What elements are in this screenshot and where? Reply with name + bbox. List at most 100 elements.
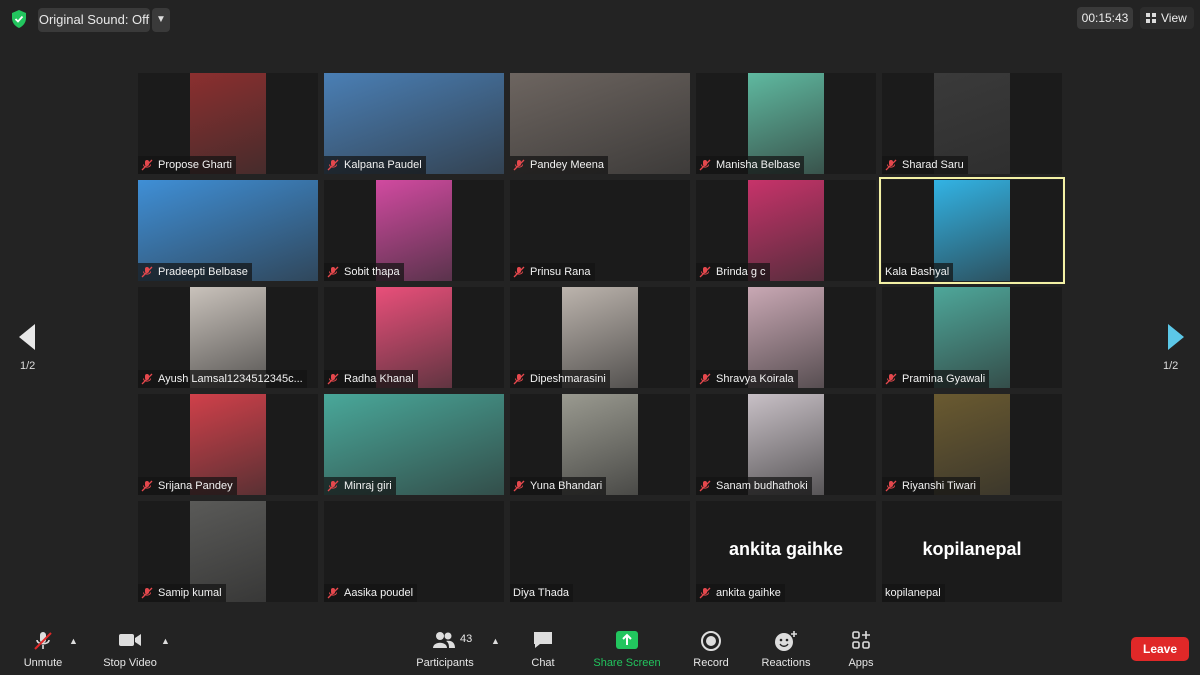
participant-tile[interactable]: Brinda g c: [696, 180, 876, 281]
participant-tile[interactable]: Aasika poudel: [324, 501, 504, 602]
view-button[interactable]: View: [1140, 7, 1194, 29]
mic-muted-icon: [141, 480, 153, 492]
page-indicator-right: 1/2: [1163, 360, 1179, 372]
reactions-button[interactable]: Reactions: [756, 622, 816, 675]
participants-options-chevron-icon[interactable]: ▲: [491, 636, 500, 646]
participant-name-bar: Shravya Koirala: [696, 370, 798, 388]
participant-name: Riyanshi Tiwari: [902, 480, 976, 492]
participant-name-bar: Yuna Bhandari: [510, 477, 607, 495]
original-sound-dropdown-icon[interactable]: ▼: [152, 8, 170, 32]
participant-name: Sharad Saru: [902, 159, 964, 171]
participant-name: Brinda g c: [716, 266, 766, 278]
participant-tile[interactable]: Kalpana Paudel: [324, 73, 504, 174]
participant-name-bar: Riyanshi Tiwari: [882, 477, 980, 495]
participant-tile[interactable]: Propose Gharti: [138, 73, 318, 174]
apps-icon: [852, 631, 870, 649]
participant-name-bar: Manisha Belbase: [696, 156, 805, 174]
participant-tile[interactable]: Pramina Gyawali: [882, 287, 1062, 388]
mic-muted-icon: [327, 159, 339, 171]
audio-options-chevron-icon[interactable]: ▲: [69, 636, 78, 646]
participant-tile[interactable]: Shravya Koirala: [696, 287, 876, 388]
participant-tile[interactable]: Yuna Bhandari: [510, 394, 690, 495]
participant-display-name: kopilanepal: [922, 539, 1022, 559]
stop-video-button[interactable]: Stop Video: [96, 622, 164, 675]
mic-muted-icon: [327, 373, 339, 385]
participant-tile[interactable]: Pandey Meena: [510, 73, 690, 174]
participant-tile[interactable]: ankita gaihke ankita gaihke: [696, 501, 876, 602]
participant-name: Propose Gharti: [158, 159, 232, 171]
participant-name-bar: kopilanepal: [882, 584, 945, 602]
participant-tile[interactable]: Ayush Lamsal1234512345c...: [138, 287, 318, 388]
participant-tile[interactable]: Prinsu Rana: [510, 180, 690, 281]
chat-button[interactable]: Chat: [520, 622, 566, 675]
unmute-label: Unmute: [23, 657, 63, 669]
participant-name-bar: Aasika poudel: [324, 584, 418, 602]
apps-button[interactable]: Apps: [838, 622, 884, 675]
participant-tile[interactable]: kopilanepal kopilanepal: [882, 501, 1062, 602]
participant-name-bar: Ayush Lamsal1234512345c...: [138, 370, 307, 388]
participants-label: Participants: [416, 657, 474, 669]
participant-name-bar: Sobit thapa: [324, 263, 404, 281]
record-label: Record: [693, 657, 729, 669]
participants-icon: [433, 632, 455, 648]
mic-muted-icon: [885, 373, 897, 385]
participant-tile[interactable]: Riyanshi Tiwari: [882, 394, 1062, 495]
next-page-icon[interactable]: [1164, 322, 1186, 352]
participant-name: Ayush Lamsal1234512345c...: [158, 373, 303, 385]
participant-tile[interactable]: Srijana Pandey: [138, 394, 318, 495]
record-button[interactable]: Record: [688, 622, 734, 675]
participant-name-bar: Prinsu Rana: [510, 263, 595, 281]
record-icon: [701, 631, 721, 651]
previous-page-icon[interactable]: [17, 322, 39, 352]
participant-name: kopilanepal: [885, 587, 941, 599]
mic-muted-icon: [327, 480, 339, 492]
participant-tile[interactable]: Dipeshmarasini: [510, 287, 690, 388]
stop-video-label: Stop Video: [103, 657, 157, 669]
participant-name: Pradeepti Belbase: [158, 266, 248, 278]
mic-muted-icon: [885, 480, 897, 492]
participant-name: Aasika poudel: [344, 587, 414, 599]
participant-tile[interactable]: Minraj giri: [324, 394, 504, 495]
video-gallery: Propose Gharti Kalpana Paudel Pandey Meena…: [138, 73, 1065, 603]
share-screen-label: Share Screen: [593, 657, 661, 669]
share-screen-button[interactable]: Share Screen: [590, 622, 664, 675]
participants-button[interactable]: 43 Participants: [410, 622, 480, 675]
participant-name: Diya Thada: [513, 587, 570, 599]
participant-tile[interactable]: Sharad Saru: [882, 73, 1062, 174]
participant-name: Samip kumal: [158, 587, 222, 599]
security-shield-icon[interactable]: [10, 9, 28, 29]
participant-tile[interactable]: Diya Thada: [510, 501, 690, 602]
mic-muted-icon: [327, 587, 339, 599]
mic-muted-icon: [327, 266, 339, 278]
participant-name: Kalpana Paudel: [344, 159, 422, 171]
reactions-icon: [775, 631, 797, 651]
participant-name-bar: Radha Khanal: [324, 370, 418, 388]
mic-muted-icon: [141, 587, 153, 599]
participant-tile[interactable]: Sobit thapa: [324, 180, 504, 281]
original-sound-button[interactable]: Original Sound: Off: [38, 8, 150, 32]
mic-muted-icon: [513, 159, 525, 171]
participant-tile[interactable]: Radha Khanal: [324, 287, 504, 388]
participant-tile[interactable]: Samip kumal: [138, 501, 318, 602]
participant-tile[interactable]: Sanam budhathoki: [696, 394, 876, 495]
participant-name-bar: Samip kumal: [138, 584, 226, 602]
unmute-button[interactable]: Unmute: [14, 622, 72, 675]
mic-muted-icon: [699, 373, 711, 385]
participant-name: Pandey Meena: [530, 159, 604, 171]
participant-name-bar: Diya Thada: [510, 584, 574, 602]
participant-name: Shravya Koirala: [716, 373, 794, 385]
participant-display-name: ankita gaihke: [728, 539, 844, 559]
leave-button[interactable]: Leave: [1131, 637, 1189, 661]
participant-tile[interactable]: Pradeepti Belbase: [138, 180, 318, 281]
meeting-toolbar: Unmute ▲ Stop Video ▲ 43 Participants ▲ …: [0, 622, 1200, 675]
mic-muted-icon: [699, 266, 711, 278]
participant-name: Radha Khanal: [344, 373, 414, 385]
participant-name-bar: Dipeshmarasini: [510, 370, 610, 388]
participant-name-bar: Srijana Pandey: [138, 477, 237, 495]
video-options-chevron-icon[interactable]: ▲: [161, 636, 170, 646]
participant-tile[interactable]: Manisha Belbase: [696, 73, 876, 174]
participant-name: Dipeshmarasini: [530, 373, 606, 385]
reactions-label: Reactions: [761, 657, 811, 669]
participant-name-bar: Pandey Meena: [510, 156, 608, 174]
participant-tile[interactable]: Kala Bashyal: [879, 177, 1065, 284]
